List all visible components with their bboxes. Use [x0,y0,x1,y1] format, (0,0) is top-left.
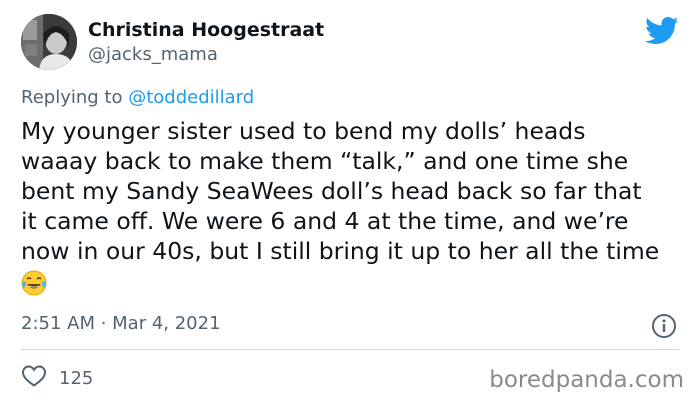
tweet-text-line: it came off. We were 6 and 4 at the time… [21,207,629,235]
tweet-timestamp[interactable]: 2:51 AM · Mar 4, 2021 [21,313,221,334]
boredpanda-watermark: boredpanda.com [489,367,684,393]
avatar-photo [21,14,77,70]
info-icon[interactable] [651,313,677,339]
twitter-bird-icon[interactable] [645,16,679,46]
reply-to-handle-link[interactable]: @toddedillard [128,87,254,108]
tweet-text: My younger sister used to bend my dolls’… [21,116,687,303]
like-button[interactable]: 125 [21,364,93,392]
avatar[interactable] [21,14,77,70]
tweet-text-line: waaay back to make them “talk,” and one … [21,147,629,175]
tweet-text-line: bent my Sandy SeaWees doll’s head back s… [21,177,642,205]
tweet-text-line: now in our 40s, but I still bring it up … [21,237,660,265]
author-name[interactable]: Christina Hoogestraat [88,19,324,41]
replying-to: Replying to @toddedillard [21,87,254,108]
like-count: 125 [59,367,94,389]
face-with-tears-of-joy-emoji [21,270,47,296]
author-handle[interactable]: @jacks_mama [88,44,218,65]
replying-to-label: Replying to [21,87,129,108]
divider [21,349,679,350]
tweet-text-line: My younger sister used to bend my dolls’… [21,117,586,145]
heart-icon[interactable] [21,364,47,392]
